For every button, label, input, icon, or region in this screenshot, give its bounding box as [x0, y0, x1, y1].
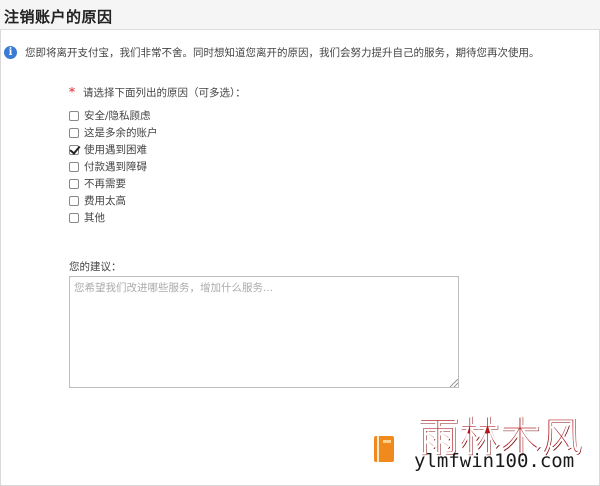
reason-label: 费用太高: [84, 195, 126, 207]
reason-label: 付款遇到障碍: [84, 161, 147, 173]
reason-option-cost-too-high[interactable]: 费用太高: [69, 192, 246, 209]
watermark-url: ylmfwin100.com: [414, 450, 575, 472]
reason-label: 安全/隐私顾虑: [84, 110, 151, 122]
reason-checkbox[interactable]: [69, 195, 79, 206]
reasons-label: * 请选择下面列出的原因（可多选）：: [69, 84, 246, 100]
reason-label: 使用遇到困难: [84, 144, 147, 156]
reason-checkbox[interactable]: [69, 178, 79, 189]
reason-checkbox[interactable]: [69, 161, 79, 172]
reason-option-no-longer-needed[interactable]: 不再需要: [69, 175, 246, 192]
reason-option-payment-obstacle[interactable]: 付款遇到障碍: [69, 158, 246, 175]
reason-checkbox[interactable]: [69, 110, 79, 121]
reason-option-redundant-account[interactable]: 这是多余的账户: [69, 124, 246, 141]
reason-label: 其他: [84, 212, 105, 224]
required-mark: *: [69, 85, 75, 99]
suggestion-label: 您的建议：: [69, 261, 122, 273]
reason-checkbox[interactable]: [69, 212, 79, 223]
suggestion-textarea[interactable]: [69, 276, 459, 388]
info-icon: i: [4, 45, 17, 59]
reason-list: 安全/隐私顾虑 这是多余的账户 使用遇到困难 付款遇到障碍 不再需要 费用太高 …: [69, 107, 246, 226]
watermark: 雨林木风 ylmfwin100.com: [372, 404, 598, 484]
reasons-section: * 请选择下面列出的原因（可多选）： 安全/隐私顾虑 这是多余的账户 使用遇到困…: [69, 84, 246, 226]
reason-option-usage-difficulty[interactable]: 使用遇到困难: [69, 141, 246, 158]
reason-option-other[interactable]: 其他: [69, 209, 246, 226]
page-title: 注销账户的原因: [4, 8, 113, 26]
notice-bar: i 您即将离开支付宝，我们非常不舍。同时想知道您离开的原因，我们会努力提升自己的…: [4, 44, 540, 60]
resize-grip-icon[interactable]: [450, 379, 458, 387]
page-header: 注销账户的原因: [0, 0, 600, 30]
book-logo-icon: [374, 436, 394, 462]
reason-checkbox[interactable]: [69, 144, 79, 155]
reason-label: 这是多余的账户: [84, 127, 158, 139]
reason-checkbox[interactable]: [69, 127, 79, 138]
reason-option-security[interactable]: 安全/隐私顾虑: [69, 107, 246, 124]
reason-label: 不再需要: [84, 178, 126, 190]
notice-text: 您即将离开支付宝，我们非常不舍。同时想知道您离开的原因，我们会努力提升自己的服务…: [25, 46, 540, 59]
reasons-label-text: 请选择下面列出的原因（可多选）：: [83, 86, 246, 99]
